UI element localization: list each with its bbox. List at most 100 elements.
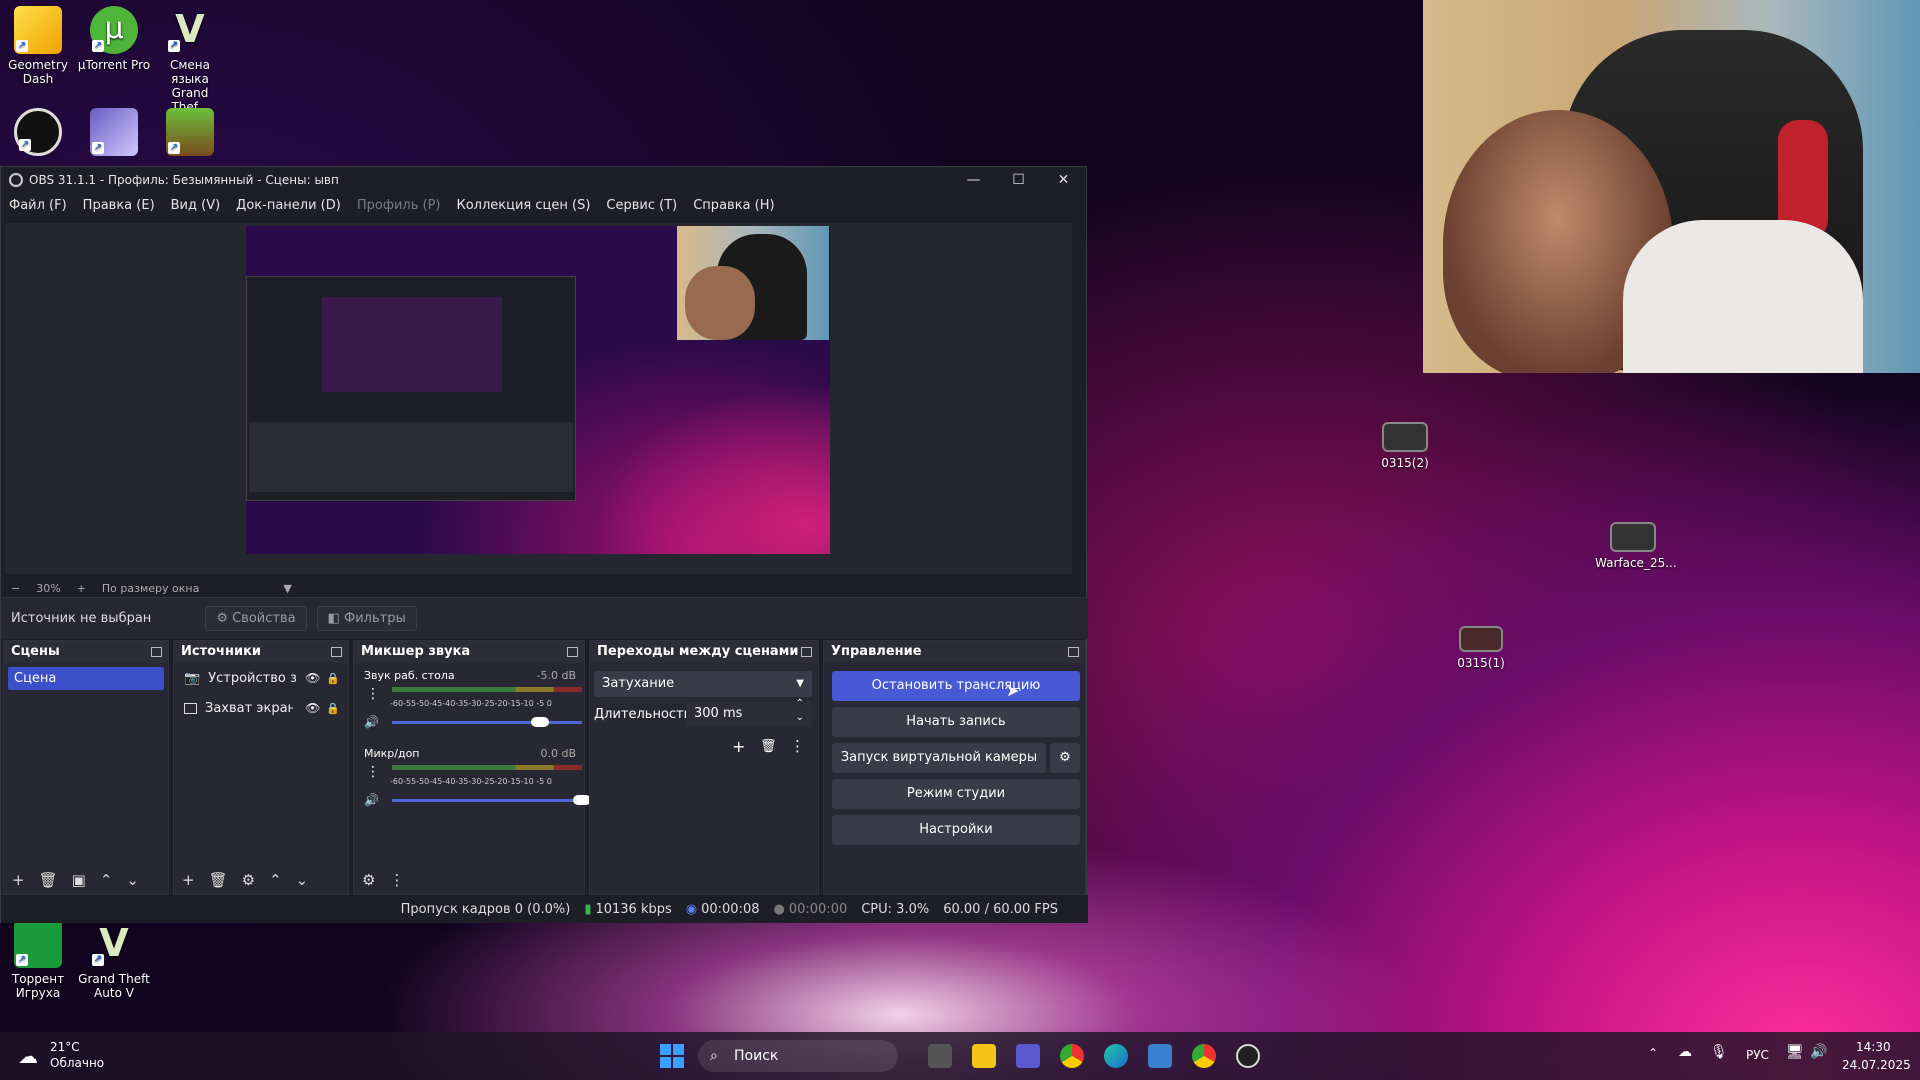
menu-edit[interactable]: Правка (E) <box>83 198 155 213</box>
popout-icon[interactable] <box>331 647 342 657</box>
desktop-file-0315-2[interactable]: 0315(2) <box>1367 422 1443 470</box>
network-icon[interactable]: 🖥 <box>1786 1044 1804 1060</box>
volume-slider[interactable] <box>392 717 582 727</box>
desktop-icon-gta-lang[interactable]: V ↗ Смена языка Grand Thef... <box>152 6 228 114</box>
scene-item[interactable]: Сцена <box>8 667 164 690</box>
zoom-out-button[interactable]: − <box>11 582 20 595</box>
maximize-button[interactable]: ☐ <box>996 167 1041 193</box>
windows-start-icon[interactable] <box>660 1044 684 1068</box>
taskbar-search[interactable]: ⌕ Поиск <box>698 1040 898 1072</box>
source-item[interactable]: Захват экрана 👁 🔒 <box>174 693 348 723</box>
minimize-button[interactable]: — <box>951 167 996 193</box>
popout-icon[interactable] <box>567 647 578 657</box>
desktop-file-warface[interactable]: Warface_25... <box>1595 522 1677 570</box>
task-view-icon[interactable] <box>928 1044 952 1068</box>
source-item[interactable]: 📷 Устройство за 👁 🔒 <box>174 663 348 693</box>
speaker-icon[interactable]: 🔊 <box>364 793 379 807</box>
start-record-button[interactable]: Начать запись <box>832 707 1080 737</box>
chevron-down-icon[interactable]: ▼ <box>283 582 291 595</box>
transition-select[interactable]: Затухание ▼ <box>594 671 812 697</box>
desktop-icon-rockstar[interactable]: ↗ <box>0 108 76 160</box>
desktop-icon-geometry-dash[interactable]: ↗ Geometry Dash <box>0 6 76 86</box>
stop-stream-button[interactable]: Остановить трансляцию <box>832 671 1080 701</box>
clock-time[interactable]: 14:30 <box>1856 1040 1891 1054</box>
obs-taskbar-icon[interactable] <box>1236 1044 1260 1068</box>
obs-titlebar[interactable]: OBS 31.1.1 - Профиль: Безымянный - Сцены… <box>1 167 1086 193</box>
gear-icon[interactable]: ⚙ <box>362 871 375 889</box>
weather-temp[interactable]: 21°C <box>50 1040 80 1054</box>
trash-icon[interactable]: 🗑 <box>209 871 228 889</box>
desktop-file-0315-1[interactable]: 0315(1) <box>1443 626 1519 670</box>
tlauncher-icon: ↗ <box>166 108 214 156</box>
menu-scene-collection[interactable]: Коллекция сцен (S) <box>456 198 590 213</box>
filters-button[interactable]: ◧ Фильтры <box>316 606 417 631</box>
desktop-icon-torrent-igruha[interactable]: ↗ Торрент Игруха <box>0 920 76 1000</box>
volume-slider[interactable] <box>392 795 591 805</box>
zoom-fit-select[interactable]: По размеру окна <box>102 582 199 595</box>
chrome-profile-icon[interactable] <box>1192 1044 1216 1068</box>
kebab-icon[interactable]: ⋮ <box>389 871 404 889</box>
add-transition-button[interactable]: + <box>732 737 745 756</box>
eye-icon[interactable]: 👁 <box>305 671 320 685</box>
clock-date[interactable]: 24.07.2025 <box>1842 1058 1911 1072</box>
desktop-icon-gta-v[interactable]: V ↗ Grand Theft Auto V <box>76 920 152 1000</box>
settings-button[interactable]: Настройки <box>832 815 1080 845</box>
menu-view[interactable]: Вид (V) <box>171 198 221 213</box>
start-virtual-camera-button[interactable]: Запуск виртуальной камеры <box>832 743 1046 773</box>
move-down-icon[interactable]: ⌄ <box>296 871 309 889</box>
scene-filter-icon[interactable]: ▣ <box>72 871 86 889</box>
preview-area[interactable] <box>5 223 1072 574</box>
weather-desc[interactable]: Облачно <box>50 1056 104 1070</box>
popout-icon[interactable] <box>1068 647 1079 657</box>
kebab-icon[interactable]: ⋮ <box>790 737 805 755</box>
menu-docks[interactable]: Док-панели (D) <box>236 198 341 213</box>
menu-file[interactable]: Файл (F) <box>9 198 67 213</box>
add-scene-button[interactable]: + <box>12 871 25 889</box>
language-indicator[interactable]: РУС <box>1746 1048 1769 1062</box>
lock-icon[interactable]: 🔒 <box>326 672 340 685</box>
popout-icon[interactable] <box>801 647 812 657</box>
spinner-icon[interactable]: ⌃ ⌄ <box>796 697 804 725</box>
chrome-icon[interactable] <box>1060 1044 1084 1068</box>
eye-icon[interactable]: 👁 <box>305 701 320 715</box>
lock-icon[interactable]: 🔒 <box>326 702 340 715</box>
menu-tools[interactable]: Сервис (T) <box>606 198 677 213</box>
scenes-title: Сцены <box>11 644 60 659</box>
duration-input[interactable]: 300 ms ⌃ ⌄ <box>686 698 812 727</box>
gear-icon[interactable]: ⚙ <box>242 871 255 889</box>
speaker-icon[interactable]: 🔊 <box>364 715 379 729</box>
transition-value: Затухание <box>602 676 675 691</box>
onedrive-icon[interactable]: ☁ <box>1678 1044 1692 1060</box>
trash-icon[interactable]: 🗑 <box>39 871 58 889</box>
trash-icon[interactable]: 🗑 <box>760 739 777 754</box>
desktop-icon-the[interactable]: ↗ <box>76 108 152 160</box>
close-button[interactable]: ✕ <box>1041 167 1086 193</box>
menu-help[interactable]: Справка (H) <box>693 198 774 213</box>
store-icon[interactable] <box>1148 1044 1172 1068</box>
cpu-usage: CPU: 3.0% <box>861 901 930 917</box>
virtual-camera-gear-icon[interactable]: ⚙ <box>1050 743 1080 773</box>
app-icon: ↗ <box>90 108 138 156</box>
desktop-icon-tlauncher[interactable]: ↗ <box>152 108 228 160</box>
studio-mode-button[interactable]: Режим студии <box>832 779 1080 809</box>
move-up-icon[interactable]: ⌃ <box>269 871 282 889</box>
volume-icon[interactable]: 🔊 <box>1810 1044 1827 1060</box>
preview-webcam <box>677 226 829 340</box>
move-down-icon[interactable]: ⌄ <box>126 871 139 889</box>
kebab-icon[interactable]: ⋮ <box>366 686 380 702</box>
zoom-in-button[interactable]: + <box>77 582 86 595</box>
mixer-title: Микшер звука <box>361 644 471 659</box>
menu-profile[interactable]: Профиль (P) <box>357 198 441 213</box>
file-explorer-icon[interactable] <box>972 1044 996 1068</box>
volume-knob[interactable] <box>531 717 550 727</box>
microphone-icon[interactable]: 🎙 <box>1710 1044 1728 1060</box>
teams-icon[interactable] <box>1016 1044 1040 1068</box>
desktop-icon-utorrent[interactable]: µ ↗ µTorrent Pro <box>76 6 152 72</box>
add-source-button[interactable]: + <box>182 871 195 889</box>
popout-icon[interactable] <box>151 647 162 657</box>
properties-button[interactable]: ⚙ Свойства <box>205 606 307 631</box>
move-up-icon[interactable]: ⌃ <box>100 871 113 889</box>
chevron-up-icon[interactable]: ⌃ <box>1648 1046 1658 1060</box>
kebab-icon[interactable]: ⋮ <box>366 764 380 780</box>
edge-icon[interactable] <box>1104 1044 1128 1068</box>
